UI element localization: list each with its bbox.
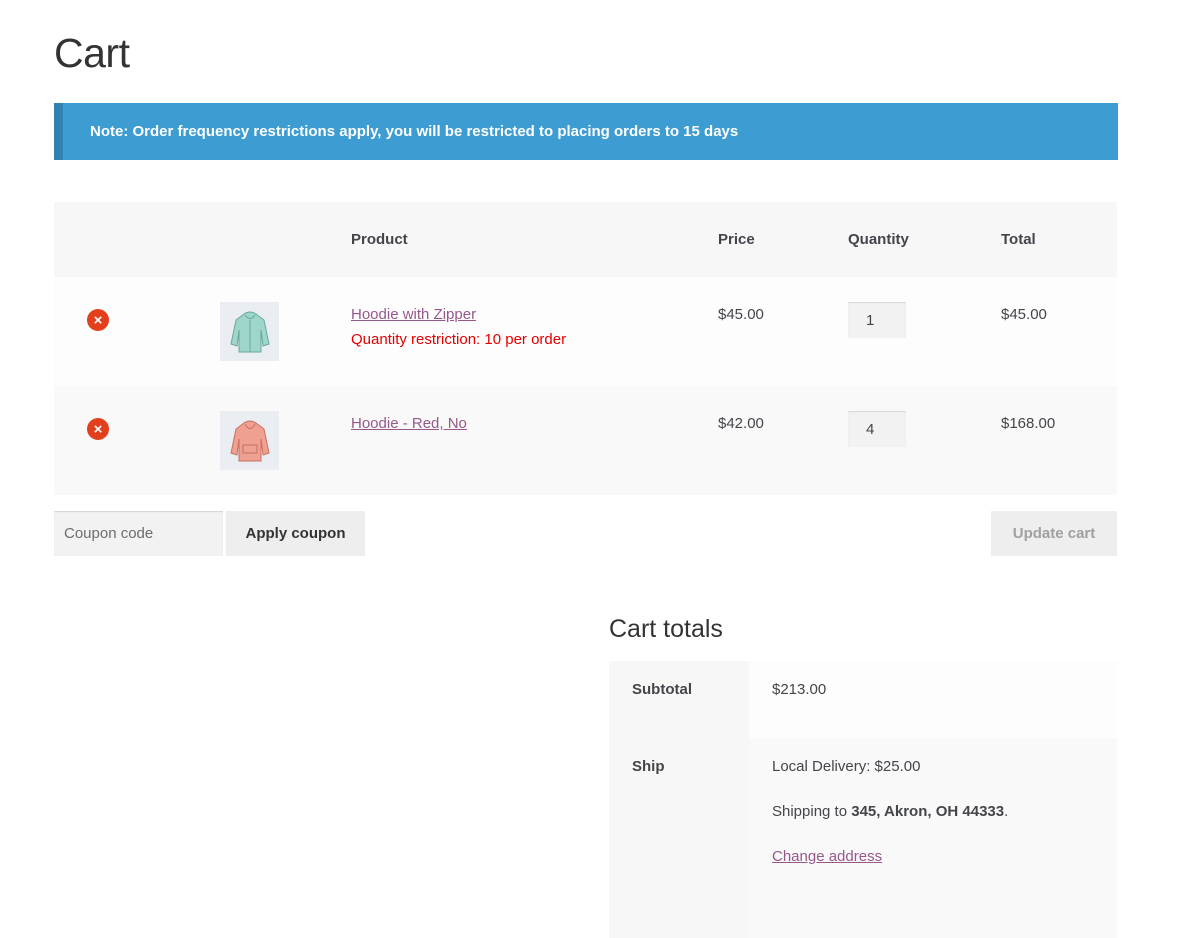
thumbnail-cell [220, 277, 351, 386]
ship-label: Ship [609, 738, 749, 938]
header-remove [54, 202, 220, 277]
notice-text: Note: Order frequency restrictions apply… [90, 123, 739, 140]
subtotal-label: Subtotal [609, 661, 749, 738]
table-row: × Hoodie - Red, No $42.00 4 $168.00 [54, 386, 1117, 495]
subtotal-value: $213.00 [749, 661, 1117, 738]
shipping-cell: Local Delivery: $25.00 Shipping to 345, … [749, 738, 1117, 938]
product-cell: Hoodie with Zipper Quantity restriction:… [351, 277, 718, 386]
shipping-destination: Shipping to 345, Akron, OH 44333. [772, 803, 1117, 820]
shipping-address: 345, Akron, OH 44333 [851, 803, 1005, 820]
cart-table-header: Product Price Quantity Total [54, 202, 1117, 277]
header-thumbnail [220, 202, 351, 277]
product-thumbnail[interactable] [220, 302, 279, 361]
quantity-input[interactable] [848, 302, 906, 338]
thumbnail-cell [220, 386, 351, 495]
apply-coupon-button[interactable]: Apply coupon [226, 511, 365, 556]
page-title: Cart [54, 30, 130, 76]
product-link-hoodie-red[interactable]: Hoodie - Red, No [351, 415, 467, 432]
update-cart-button[interactable]: Update cart [991, 511, 1117, 556]
header-product: Product [351, 202, 718, 277]
subtotal-row: Subtotal $213.00 [609, 661, 1117, 738]
hoodie-icon [229, 311, 270, 352]
quantity-cell [848, 277, 1001, 386]
product-thumbnail[interactable] [220, 411, 279, 470]
cart-table: Product Price Quantity Total × Hoodie wi… [54, 202, 1117, 495]
hoodie-icon [229, 420, 270, 461]
cart-totals-table: Subtotal $213.00 Ship Local Delivery: $2… [609, 661, 1117, 938]
delivery-method: Local Delivery: $25.00 [772, 758, 921, 775]
quantity-restriction: Quantity restriction: 10 per order [351, 331, 567, 348]
remove-cell: × [54, 386, 220, 495]
header-price: Price [718, 202, 848, 277]
table-row: × Hoodie with Zipper Quantity restrictio… [54, 277, 1117, 386]
total-cell: $45.00 [1001, 277, 1117, 386]
item-total: $45.00 [1001, 306, 1047, 323]
shipping-suffix: . [1004, 803, 1009, 820]
remove-cell: × [54, 277, 220, 386]
change-address-link[interactable]: Change address [772, 848, 882, 865]
shipping-prefix: Shipping to [772, 803, 852, 820]
item-price: $42.00 [718, 415, 764, 432]
remove-x-icon[interactable]: × [87, 418, 109, 440]
price-cell: $42.00 [718, 386, 848, 495]
price-cell: $45.00 [718, 277, 848, 386]
product-cell: Hoodie - Red, No [351, 386, 718, 495]
header-total: Total [1001, 202, 1117, 277]
quantity-input[interactable] [848, 411, 906, 447]
order-frequency-notice: Note: Order frequency restrictions apply… [54, 103, 1118, 160]
item-price: $45.00 [718, 306, 764, 323]
coupon-code-input[interactable] [54, 511, 223, 556]
product-link-hoodie-with-zipper[interactable]: Hoodie with Zipper [351, 306, 476, 323]
remove-x-icon[interactable]: × [87, 309, 109, 331]
quantity-cell [848, 386, 1001, 495]
item-total: $168.00 [1001, 415, 1056, 432]
header-quantity: Quantity [848, 202, 1001, 277]
cart-totals-title: Cart totals [609, 615, 723, 643]
total-cell: $168.00 [1001, 386, 1117, 495]
shipping-row: Ship Local Delivery: $25.00 Shipping to … [609, 738, 1117, 938]
